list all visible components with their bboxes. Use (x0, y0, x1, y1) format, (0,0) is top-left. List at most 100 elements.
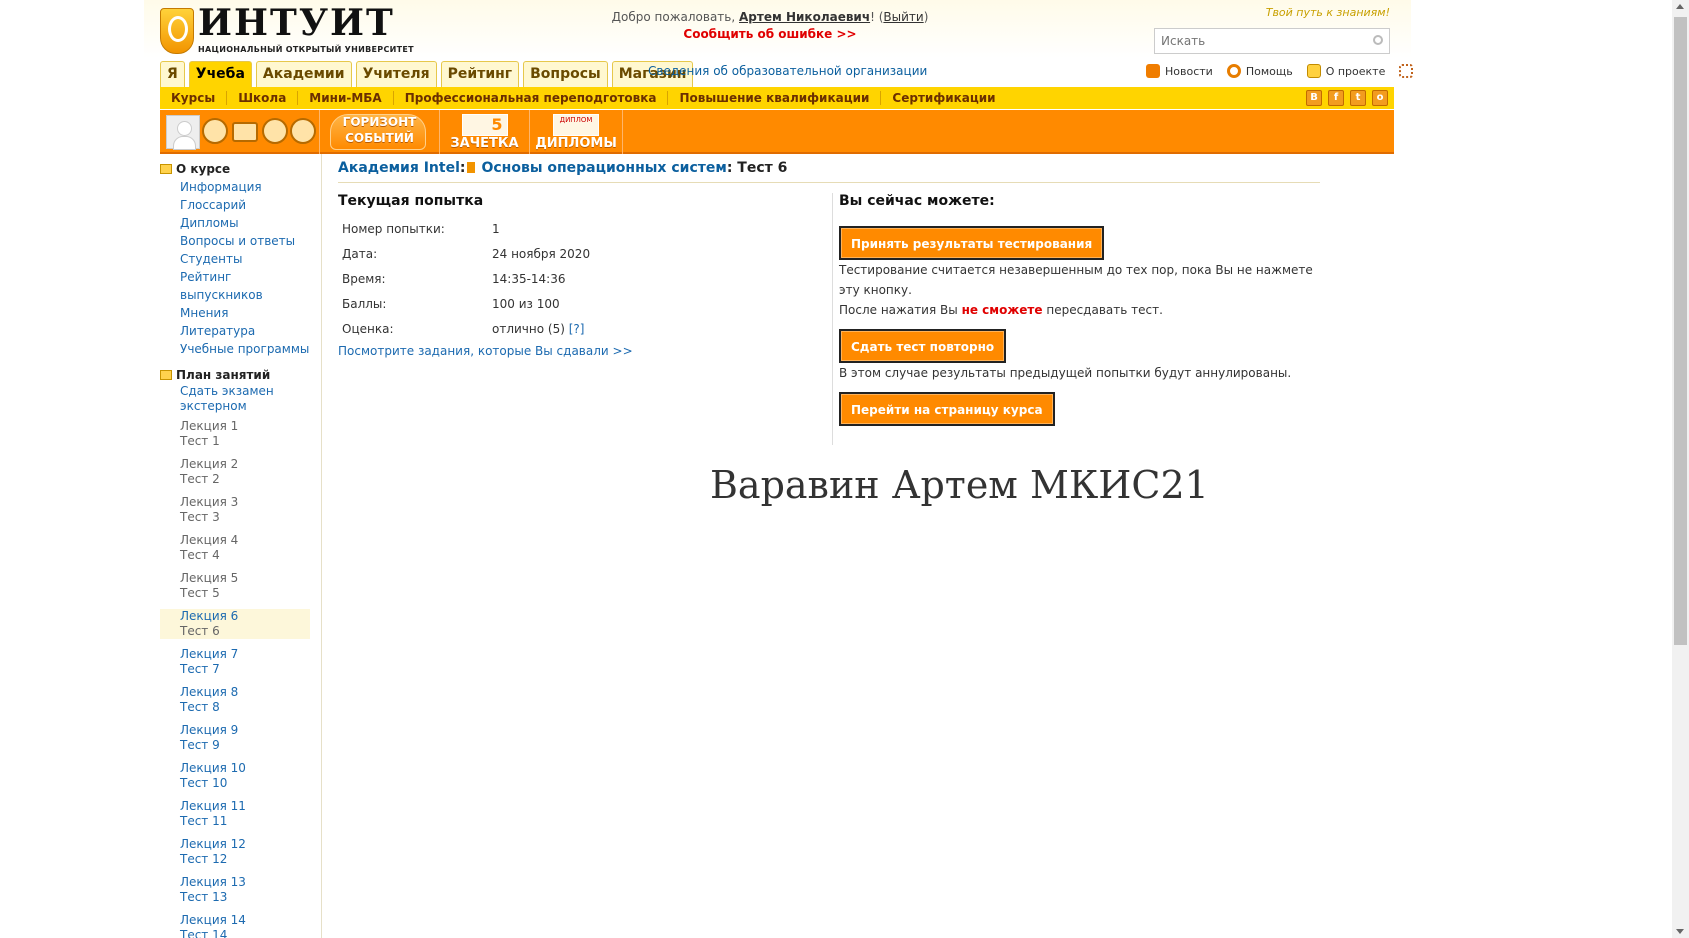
tab-me[interactable]: Я (160, 61, 185, 87)
breadcrumb-divider (338, 182, 1320, 183)
lesson-item: Лекция 1 Тест 1 (180, 419, 239, 448)
sidebar: О курсе Информация Глоссарий Дипломы Воп… (160, 160, 310, 938)
welcome-text: Добро пожаловать, Артем Николаевич! (Вый… (611, 10, 929, 24)
logo-subtitle: НАЦИОНАЛЬНЫЙ ОТКРЫТЫЙ УНИВЕРСИТЕТ (198, 45, 414, 54)
envelope-icon[interactable] (232, 122, 258, 142)
subnav-certifications[interactable]: Сертификации (881, 91, 1006, 105)
sitemap-icon (1399, 64, 1414, 78)
record-book-icon: 5 (461, 114, 508, 136)
subnav-mini-mba[interactable]: Мини-МБА (298, 91, 394, 105)
scroll-thumb[interactable] (1674, 17, 1687, 645)
sidebar-divider (321, 154, 322, 938)
sidebar-link-diplomas[interactable]: Дипломы (160, 214, 310, 232)
user-name-link[interactable]: Артем Николаевич (739, 10, 870, 24)
search-icon[interactable] (1373, 35, 1383, 45)
lesson-item: Лекция 7 Тест 7 (180, 647, 239, 676)
logo-text: ИНТУИТ (198, 2, 395, 44)
author-signature: Варавин Артем МКИС21 (710, 463, 1209, 507)
lesson-item: Лекция 3 Тест 3 (180, 495, 239, 524)
accept-results-button[interactable]: Принять результаты тестирования (839, 226, 1105, 260)
news-link[interactable]: Новости (1146, 64, 1213, 78)
actions-title: Вы сейчас можете: (839, 193, 995, 209)
diplomas-button[interactable]: ДИПЛОМ ДИПЛОМЫ (530, 110, 623, 154)
diploma-icon: ДИПЛОМ (553, 114, 599, 136)
scroll-down-icon[interactable] (1676, 929, 1684, 934)
tab-academies[interactable]: Академии (255, 61, 352, 87)
bell-icon[interactable] (290, 118, 316, 144)
sidebar-link-exam[interactable]: Сдать экзамен экстерном (160, 384, 310, 414)
lesson-item: Лекция 2 Тест 2 (180, 457, 239, 486)
breadcrumb-academy[interactable]: Академия Intel (338, 160, 460, 176)
sidebar-link-literature[interactable]: Литература (160, 322, 310, 340)
top-links: Новости Помощь О проекте (1146, 64, 1414, 78)
intuit-logo[interactable]: ИНТУИТ НАЦИОНАЛЬНЫЙ ОТКРЫТЫЙ УНИВЕРСИТЕТ (160, 4, 414, 56)
book-icon (467, 162, 476, 173)
sidebar-link-students[interactable]: Студенты (160, 250, 310, 268)
grade-help-link[interactable]: [?] (569, 322, 585, 336)
tab-study[interactable]: Учеба (188, 61, 252, 87)
org-info-link[interactable]: Сведения об образовательной организации (648, 64, 927, 78)
about-link[interactable]: О проекте (1306, 64, 1385, 78)
sidebar-link-programs[interactable]: Учебные программы (160, 340, 310, 358)
accept-warning: После нажатия Вы не сможете пересдавать … (839, 303, 1163, 317)
vk-icon[interactable]: B (1306, 90, 1322, 106)
folder-icon (160, 370, 172, 380)
horizon-events-button[interactable]: ГОРИЗОНТ СОБЫТИЙ (320, 110, 440, 154)
search-box (1154, 28, 1390, 54)
avatar[interactable] (166, 115, 200, 150)
sidebar-link-faq[interactable]: Вопросы и ответы (160, 232, 310, 250)
sidebar-link-opinions[interactable]: Мнения (160, 304, 310, 322)
subnav-retraining[interactable]: Профессиональная переподготовка (394, 91, 669, 105)
lesson-item: Лекция 14 Тест 14 (180, 913, 246, 938)
breadcrumb-course[interactable]: Основы операционных систем (481, 160, 726, 176)
sub-navigation: Курсы Школа Мини-МБА Профессиональная пе… (160, 87, 1394, 109)
lesson-item: Лекция 10 Тест 10 (180, 761, 246, 790)
column-divider (832, 193, 833, 445)
twitter-icon[interactable]: t (1350, 90, 1366, 106)
attempt-row: Дата: 24 ноября 2020 (342, 247, 591, 261)
retry-note: В этом случае результаты предыдущей попы… (839, 366, 1292, 380)
plan-section-title: План занятий (160, 366, 310, 384)
sidebar-link-glossary[interactable]: Глоссарий (160, 196, 310, 214)
breadcrumb-current: Тест 6 (737, 160, 788, 176)
tab-teachers[interactable]: Учителя (355, 61, 437, 87)
lesson-item: Лекция 13 Тест 13 (180, 875, 246, 904)
attempt-title: Текущая попытка (338, 193, 484, 209)
subnav-qualification[interactable]: Повышение квалификации (668, 91, 882, 105)
lesson-item: Лекция 5 Тест 5 (180, 571, 239, 600)
attempt-row: Оценка: отлично (5) [?] (342, 322, 585, 336)
current-attempt-panel: Текущая попытка Номер попытки: 1 Дата: 24 … (338, 193, 808, 358)
subnav-courses[interactable]: Курсы (160, 91, 228, 105)
tab-questions[interactable]: Вопросы (523, 61, 608, 87)
vertical-scrollbar[interactable] (1672, 0, 1689, 938)
alarm-clock-icon[interactable] (202, 118, 228, 144)
motto: Твой путь к знаниям! (1265, 6, 1390, 19)
record-book-button[interactable]: 5 ЗАЧЕТКА (440, 110, 530, 154)
retry-test-button[interactable]: Сдать тест повторно (839, 329, 1007, 363)
friends-icon[interactable] (262, 118, 288, 144)
scroll-up-icon[interactable] (1676, 4, 1684, 9)
odnoklassniki-icon[interactable]: o (1372, 90, 1388, 106)
search-input[interactable] (1155, 29, 1355, 53)
breadcrumb: Академия Intel: Основы операционных систе… (338, 160, 788, 176)
lesson-item: Лекция 8 Тест 8 (180, 685, 239, 714)
attempt-row: Номер попытки: 1 (342, 222, 500, 236)
help-link[interactable]: Помощь (1226, 64, 1293, 78)
orange-toolbar: ГОРИЗОНТ СОБЫТИЙ 5 ЗАЧЕТКА ДИПЛОМ ДИПЛОМ… (160, 110, 1394, 154)
subnav-school[interactable]: Школа (227, 91, 299, 105)
view-submitted-tasks-link[interactable]: Посмотрите задания, которые Вы сдавали >… (338, 344, 808, 358)
folder-icon (160, 164, 172, 174)
tab-rating[interactable]: Рейтинг (440, 61, 520, 87)
facebook-icon[interactable]: f (1328, 90, 1344, 106)
report-error-link[interactable]: Сообщить об ошибке >> (600, 27, 940, 41)
sidebar-link-graduates[interactable]: Рейтинг выпускников (160, 268, 310, 304)
sidebar-link-info[interactable]: Информация (160, 178, 310, 196)
about-icon (1306, 64, 1321, 78)
help-icon (1226, 64, 1241, 78)
sitemap-link[interactable] (1399, 64, 1414, 78)
logout-link[interactable]: Выйти (883, 10, 923, 24)
lesson-item: Лекция 11 Тест 11 (180, 799, 246, 828)
go-to-course-button[interactable]: Перейти на страницу курса (839, 392, 1055, 426)
attempt-row: Баллы: 100 из 100 (342, 297, 560, 311)
lesson-item: Лекция 9 Тест 9 (180, 723, 239, 752)
